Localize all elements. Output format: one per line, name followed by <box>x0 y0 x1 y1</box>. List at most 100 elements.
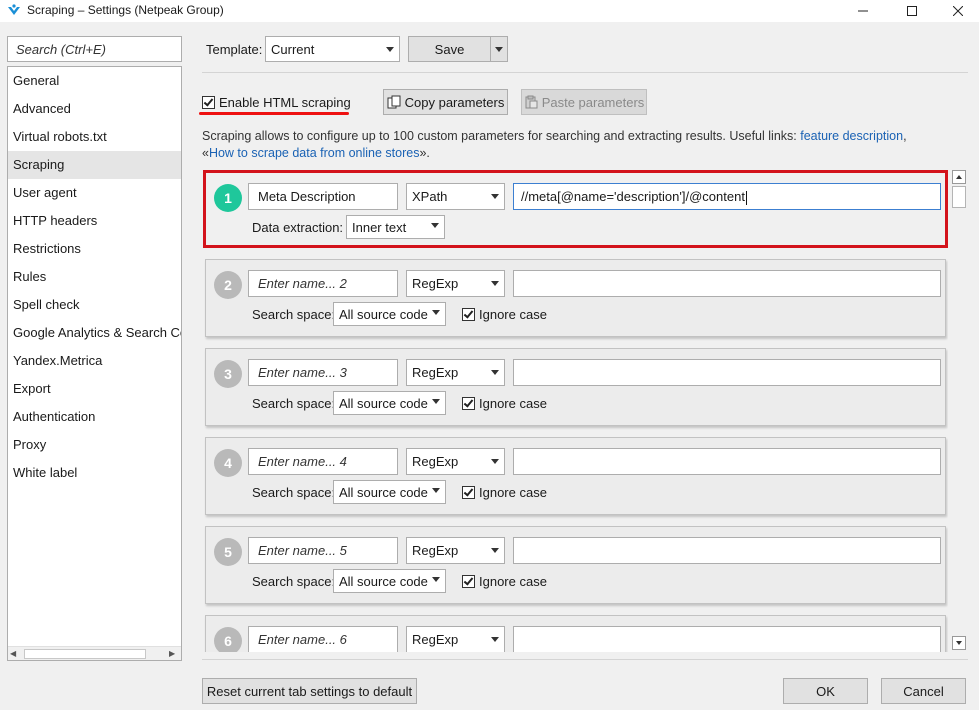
sidebar-item[interactable]: Scraping <box>8 151 181 179</box>
parameter-card: 1 Meta Description XPath //meta[@name='desc… <box>203 170 948 248</box>
sidebar-horizontal-scrollbar[interactable]: ◀ ▶ <box>8 646 181 660</box>
maximize-button[interactable] <box>889 0 935 22</box>
parameter-card: 2 Enter name... 2 RegExp Search space: All s… <box>205 259 946 337</box>
row2-select-value: Inner text <box>352 220 407 235</box>
scroll-thumb[interactable] <box>952 186 966 208</box>
scroll-up-button[interactable] <box>952 170 966 184</box>
sidebar-item[interactable]: User agent <box>8 179 181 207</box>
check-icon <box>463 397 474 408</box>
parameter-expression-input[interactable] <box>513 626 941 652</box>
parameter-row2-label: Search space: <box>252 307 336 322</box>
search-space-select[interactable]: All source code <box>333 391 446 415</box>
toolbar-divider <box>202 72 968 73</box>
chevron-down-icon <box>491 370 499 375</box>
ignore-case-label: Ignore case <box>479 307 547 322</box>
sidebar-item[interactable]: Yandex.Metrica <box>8 347 181 375</box>
parameter-row2-label: Search space: <box>252 485 336 500</box>
ignore-case-checkbox[interactable] <box>462 486 475 499</box>
highlight-underline <box>199 112 349 115</box>
description-text: Scraping allows to configure up to 100 c… <box>202 129 801 143</box>
text-caret <box>745 190 747 205</box>
sidebar-item[interactable]: Spell check <box>8 291 181 319</box>
ignore-case-checkbox[interactable] <box>462 308 475 321</box>
parameter-type-select[interactable]: RegExp <box>406 359 505 386</box>
parameter-type-select[interactable]: XPath <box>406 183 505 210</box>
reset-settings-button[interactable]: Reset current tab settings to default <box>202 678 417 704</box>
chevron-down-icon <box>431 223 439 228</box>
sidebar-item[interactable]: White label <box>8 459 181 487</box>
arrow-up-icon <box>956 175 962 179</box>
sidebar-item[interactable]: Virtual robots.txt <box>8 123 181 151</box>
search-space-select[interactable]: All source code <box>333 480 446 504</box>
sidebar-item[interactable]: Authentication <box>8 403 181 431</box>
ignore-case-checkbox[interactable] <box>462 575 475 588</box>
chevron-down-icon <box>432 310 440 315</box>
online-stores-link[interactable]: How to scrape data from online stores <box>209 146 420 160</box>
chevron-down-icon <box>495 47 503 52</box>
parameter-type-select[interactable]: RegExp <box>406 270 505 297</box>
scroll-left-icon[interactable]: ◀ <box>10 648 22 660</box>
chevron-down-icon <box>491 637 499 642</box>
parameter-name-input[interactable]: Enter name... 6 <box>248 626 398 652</box>
paste-parameters-button[interactable]: Paste parameters <box>521 89 647 115</box>
feature-description-link[interactable]: feature description <box>800 129 903 143</box>
enable-scraping-label: Enable HTML scraping <box>219 95 351 110</box>
parameters-scrollbar[interactable] <box>951 168 967 652</box>
parameter-type-select[interactable]: RegExp <box>406 448 505 475</box>
parameter-number: 6 <box>214 627 242 652</box>
sidebar-item[interactable]: Rules <box>8 263 181 291</box>
parameter-expression-input[interactable] <box>513 270 941 297</box>
data-extraction-select[interactable]: Inner text <box>346 215 445 239</box>
search-space-select[interactable]: All source code <box>333 569 446 593</box>
template-select[interactable]: Current <box>265 36 400 62</box>
sidebar-item[interactable]: Proxy <box>8 431 181 459</box>
parameter-expression-input[interactable] <box>513 537 941 564</box>
minimize-button[interactable] <box>840 0 886 22</box>
ignore-case-label: Ignore case <box>479 396 547 411</box>
save-dropdown-button[interactable] <box>490 36 508 62</box>
sidebar-item[interactable]: General <box>8 67 181 95</box>
scroll-thumb[interactable] <box>24 649 146 659</box>
parameter-card: 6Enter name... 6RegExpSearch space:All s… <box>205 615 946 652</box>
parameter-expression-input[interactable]: //meta[@name='description']/@content <box>513 183 941 210</box>
parameter-number: 2 <box>214 271 242 299</box>
parameter-expression-input[interactable] <box>513 359 941 386</box>
sidebar-item[interactable]: Restrictions <box>8 235 181 263</box>
ignore-case-checkbox[interactable] <box>462 397 475 410</box>
close-icon <box>953 6 963 16</box>
chevron-down-icon <box>432 399 440 404</box>
scroll-right-icon[interactable]: ▶ <box>169 648 181 660</box>
parameter-name-input[interactable]: Enter name... 4 <box>248 448 398 475</box>
arrow-down-icon <box>956 641 962 645</box>
cancel-button[interactable]: Cancel <box>881 678 966 704</box>
sidebar-item[interactable]: Google Analytics & Search Co <box>8 319 181 347</box>
sidebar-item[interactable]: Export <box>8 375 181 403</box>
ignore-case-label: Ignore case <box>479 485 547 500</box>
parameters-list: 1 Meta Description XPath //meta[@name='desc… <box>202 168 948 652</box>
search-space-select[interactable]: All source code <box>333 302 446 326</box>
save-button[interactable]: Save <box>408 36 491 62</box>
scroll-down-button[interactable] <box>952 636 966 650</box>
parameter-name-input[interactable]: Enter name... 2 <box>248 270 398 297</box>
parameter-name-input[interactable]: Enter name... 3 <box>248 359 398 386</box>
parameter-name-input[interactable]: Meta Description <box>248 183 398 210</box>
parameter-expression-input[interactable] <box>513 448 941 475</box>
parameter-type-select[interactable]: RegExp <box>406 626 505 652</box>
parameter-type-select[interactable]: RegExp <box>406 537 505 564</box>
sidebar-item[interactable]: HTTP headers <box>8 207 181 235</box>
parameter-type-value: RegExp <box>412 276 459 291</box>
ok-button[interactable]: OK <box>783 678 868 704</box>
settings-search-input[interactable]: Search (Ctrl+E) <box>7 36 182 62</box>
copy-parameters-button[interactable]: Copy parameters <box>383 89 508 115</box>
parameter-row2-label: Data extraction: <box>252 220 344 235</box>
ignore-case-label: Ignore case <box>479 574 547 589</box>
close-button[interactable] <box>935 0 979 22</box>
chevron-down-icon <box>432 577 440 582</box>
scraping-description: Scraping allows to configure up to 100 c… <box>202 128 962 162</box>
parameter-type-value: RegExp <box>412 543 459 558</box>
enable-scraping-checkbox[interactable] <box>202 96 215 109</box>
parameter-name-input[interactable]: Enter name... 5 <box>248 537 398 564</box>
check-icon <box>463 575 474 586</box>
parameter-expression-value: //meta[@name='description']/@content <box>521 189 745 204</box>
sidebar-item[interactable]: Advanced <box>8 95 181 123</box>
